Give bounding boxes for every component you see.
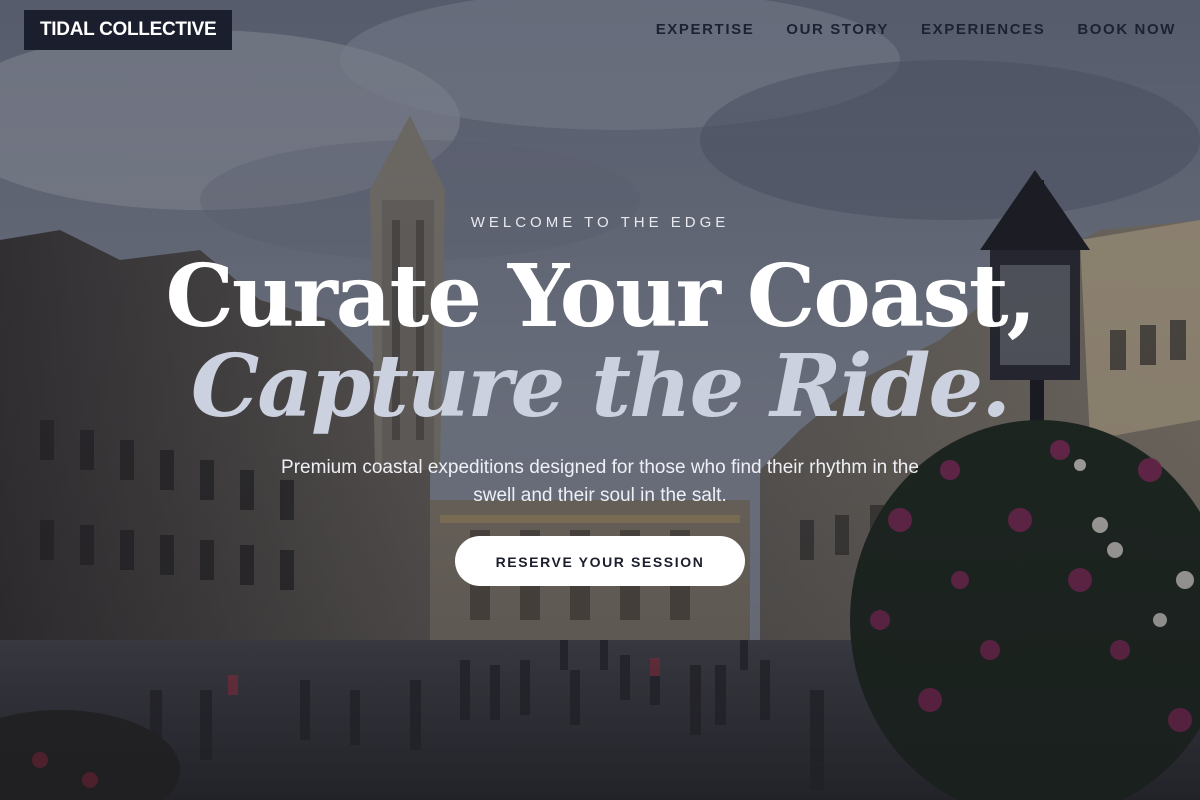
main-nav: EXPERTISE OUR STORY EXPERIENCES BOOK NOW xyxy=(656,19,1176,41)
hero-headline: Curate Your Coast, Capture the Ride. xyxy=(0,254,1200,430)
nav-item-expertise[interactable]: EXPERTISE xyxy=(656,19,755,41)
hero-headline-line2: Capture the Ride. xyxy=(190,336,1011,437)
hero-subtitle: Premium coastal expeditions designed for… xyxy=(281,457,919,506)
nav-item-book-now[interactable]: BOOK NOW xyxy=(1077,19,1176,41)
hero-content: WELCOME TO THE EDGE Curate Your Coast, C… xyxy=(0,212,1200,586)
reserve-session-button[interactable]: RESERVE YOUR SESSION xyxy=(455,536,745,586)
hero-eyebrow: WELCOME TO THE EDGE xyxy=(470,214,730,231)
hero-section: TIDAL COLLECTIVE EXPERTISE OUR STORY EXP… xyxy=(0,0,1200,800)
brand-logo[interactable]: TIDAL COLLECTIVE xyxy=(24,10,233,50)
nav-item-our-story[interactable]: OUR STORY xyxy=(786,19,889,41)
nav-item-experiences[interactable]: EXPERIENCES xyxy=(921,19,1045,41)
hero-headline-line1: Curate Your Coast, xyxy=(165,246,1036,347)
